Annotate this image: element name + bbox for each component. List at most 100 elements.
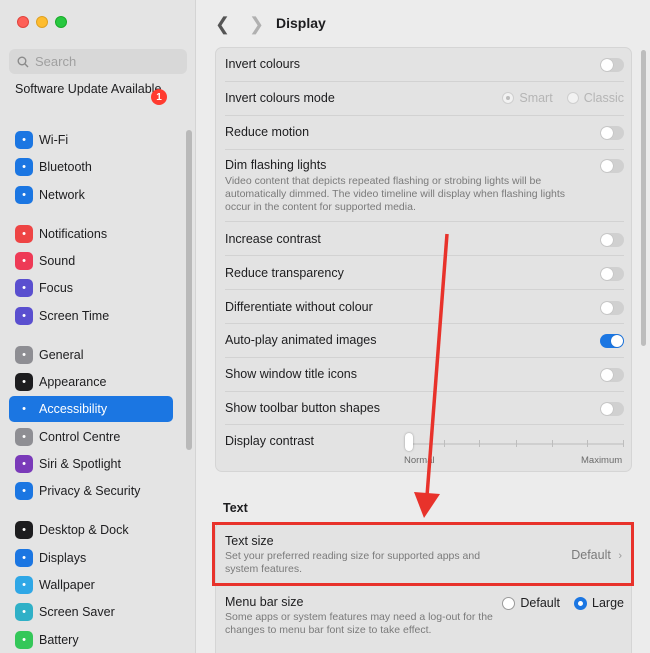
display-settings-panel: Invert colours Invert colours mode Smart… [215, 47, 632, 472]
sidebar-item-label: Siri & Spotlight [39, 457, 121, 471]
sidebar: Search Software Update Available 1 • Wi-F… [0, 0, 196, 653]
title-icons-toggle[interactable] [600, 368, 624, 382]
reduce-transparency-toggle[interactable] [600, 267, 624, 281]
gear-icon: • [15, 346, 33, 364]
invert-mode-label: Invert colours mode [225, 91, 335, 105]
increase-contrast-row: Increase contrast [225, 232, 624, 248]
sidebar-item-label: Notifications [39, 227, 108, 241]
siri-icon: • [15, 455, 33, 473]
search-input[interactable]: Search [9, 49, 187, 74]
dock-icon: • [15, 521, 33, 539]
sidebar-item-label: Screen Time [39, 309, 110, 323]
toolbar: ❮ ❯ Display [197, 0, 650, 46]
autoplay-label: Auto-play animated images [225, 333, 377, 347]
sidebar-item-displays[interactable]: • Displays [9, 545, 173, 571]
title-icons-label: Show window title icons [225, 367, 358, 381]
sidebar-item-notifications[interactable]: • Notifications [9, 221, 173, 247]
hourglass-icon: • [15, 307, 33, 325]
sidebar-item-focus[interactable]: • Focus [9, 275, 173, 301]
control-centre-icon: • [15, 428, 33, 446]
sidebar-item-privacy-security[interactable]: • Privacy & Security [9, 478, 173, 504]
dim-flashing-desc: Video content that depicts repeated flas… [225, 175, 566, 213]
reduce-motion-toggle[interactable] [600, 126, 624, 140]
zoom-button[interactable] [55, 16, 67, 28]
sidebar-item-battery[interactable]: • Battery [9, 627, 173, 653]
sidebar-item-appearance[interactable]: • Appearance [9, 369, 173, 395]
display-contrast-slider[interactable] [409, 440, 624, 447]
autoplay-toggle[interactable] [600, 334, 624, 348]
sidebar-item-label: Displays [39, 551, 87, 565]
wifi-icon: • [15, 131, 33, 149]
wallpaper-icon: • [15, 576, 33, 594]
title-icons-row: Show window title icons [225, 367, 624, 383]
toolbar-shapes-row: Show toolbar button shapes [225, 401, 624, 417]
differentiate-label: Differentiate without colour [225, 300, 373, 314]
minimize-button[interactable] [36, 16, 48, 28]
invert-mode-classic[interactable]: Classic [566, 91, 624, 105]
autoplay-row: Auto-play animated images [225, 333, 624, 349]
dim-flashing-toggle[interactable] [600, 159, 624, 173]
page-title: Display [276, 15, 326, 31]
sidebar-item-label: Control Centre [39, 430, 121, 444]
toolbar-shapes-toggle[interactable] [600, 402, 624, 416]
reduce-motion-row: Reduce motion [225, 125, 624, 141]
invert-colours-label: Invert colours [225, 57, 301, 71]
sidebar-scrollbar[interactable] [186, 130, 192, 450]
sidebar-item-screen-time[interactable]: • Screen Time [9, 303, 173, 329]
close-button[interactable] [17, 16, 29, 28]
forward-button[interactable]: ❯ [249, 14, 264, 35]
sidebar-item-label: Network [39, 188, 85, 202]
search-icon [17, 56, 29, 67]
sidebar-item-screen-saver[interactable]: • Screen Saver [9, 599, 173, 625]
sidebar-item-label: Accessibility [39, 402, 108, 416]
moon-icon: • [15, 279, 33, 297]
sidebar-item-label: Focus [39, 281, 74, 295]
sidebar-item-label: Battery [39, 633, 79, 647]
display-contrast-knob[interactable] [405, 433, 413, 451]
display-contrast-label: Display contrast [225, 434, 314, 448]
main-scrollbar[interactable] [641, 50, 646, 346]
appearance-icon: • [15, 373, 33, 391]
sidebar-item-label: Wi-Fi [39, 133, 69, 147]
sidebar-item-network[interactable]: • Network [9, 182, 173, 208]
sun-icon: • [15, 549, 33, 567]
menu-bar-size-default[interactable]: Default [502, 596, 560, 610]
update-badge: 1 [151, 89, 167, 105]
bell-icon: • [15, 225, 33, 243]
invert-colours-toggle[interactable] [600, 58, 624, 72]
window-controls [17, 16, 67, 28]
invert-mode-smart[interactable]: Smart [502, 91, 553, 105]
settings-window: Search Software Update Available 1 • Wi-F… [0, 0, 650, 653]
menu-bar-size-desc: Some apps or system features may need a … [225, 611, 493, 636]
search-placeholder: Search [35, 54, 77, 69]
reduce-transparency-label: Reduce transparency [225, 266, 344, 280]
dim-flashing-label: Dim flashing lights [225, 158, 327, 172]
sidebar-item-wi-fi[interactable]: • Wi-Fi [9, 127, 173, 153]
contrast-max-label: Maximum [581, 455, 623, 466]
back-button[interactable]: ❮ [215, 14, 230, 35]
differentiate-toggle[interactable] [600, 301, 624, 315]
invert-mode-row: Invert colours mode Smart Classic [225, 91, 624, 107]
menu-bar-size-large[interactable]: Large [574, 596, 624, 610]
increase-contrast-label: Increase contrast [225, 232, 321, 246]
sidebar-item-wallpaper[interactable]: • Wallpaper [9, 572, 173, 598]
menu-bar-size-radio-group: Default Large [502, 596, 624, 610]
sidebar-item-desktop-dock[interactable]: • Desktop & Dock [9, 517, 173, 543]
reduce-transparency-row: Reduce transparency [225, 266, 624, 282]
sidebar-item-bluetooth[interactable]: • Bluetooth [9, 154, 173, 180]
menu-bar-size-row: Menu bar size Some apps or system featur… [225, 594, 624, 638]
increase-contrast-toggle[interactable] [600, 233, 624, 247]
invert-colours-row: Invert colours [225, 57, 624, 73]
sidebar-item-general[interactable]: • General [9, 342, 173, 368]
sidebar-item-sound[interactable]: • Sound [9, 248, 173, 274]
sidebar-item-accessibility[interactable]: • Accessibility [9, 396, 173, 422]
sidebar-item-label: Desktop & Dock [39, 523, 129, 537]
accessibility-icon: • [15, 400, 33, 418]
sidebar-item-label: General [39, 348, 84, 362]
speaker-icon: • [15, 252, 33, 270]
sidebar-item-siri-spotlight[interactable]: • Siri & Spotlight [9, 451, 173, 477]
bluetooth-icon: • [15, 158, 33, 176]
sidebar-item-label: Appearance [39, 375, 107, 389]
differentiate-row: Differentiate without colour [225, 300, 624, 316]
sidebar-item-control-centre[interactable]: • Control Centre [9, 424, 173, 450]
